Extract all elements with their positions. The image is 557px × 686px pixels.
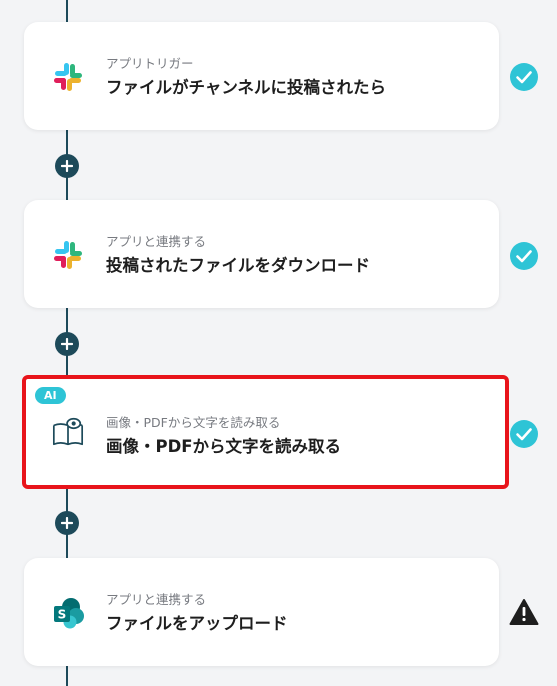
check-icon [508, 61, 540, 93]
step-subtitle: アプリと連携する [106, 234, 207, 249]
add-step-button[interactable] [55, 154, 79, 178]
check-icon [508, 240, 540, 272]
step-title: ファイルがチャンネルに投稿されたら [106, 78, 387, 97]
step-card-download[interactable]: アプリと連携する 投稿されたファイルをダウンロード [24, 200, 499, 308]
step-subtitle: 画像・PDFから文字を読み取る [106, 415, 281, 430]
plus-icon [61, 160, 73, 172]
sharepoint-icon: S [51, 596, 85, 630]
ai-badge: AI [35, 387, 66, 404]
book-eye-icon [51, 415, 85, 449]
plus-icon [61, 338, 73, 350]
step-card-ocr[interactable]: AI 画像・PDFから文字を読み取る 画像・PDFから文字を読み取る [22, 375, 509, 489]
svg-text:S: S [58, 608, 67, 622]
check-icon [508, 418, 540, 450]
step-title: 画像・PDFから文字を読み取る [106, 437, 342, 456]
slack-icon [51, 60, 85, 94]
step-card-trigger[interactable]: アプリトリガー ファイルがチャンネルに投稿されたら [24, 22, 499, 130]
step-title: ファイルをアップロード [106, 614, 288, 633]
add-step-button[interactable] [55, 511, 79, 535]
step-title: 投稿されたファイルをダウンロード [106, 256, 370, 275]
step-subtitle: アプリと連携する [106, 592, 207, 607]
step-subtitle: アプリトリガー [106, 56, 194, 71]
plus-icon [61, 517, 73, 529]
slack-icon [51, 238, 85, 272]
warning-icon [508, 596, 540, 628]
add-step-button[interactable] [55, 332, 79, 356]
step-card-upload[interactable]: S アプリと連携する ファイルをアップロード [24, 558, 499, 666]
